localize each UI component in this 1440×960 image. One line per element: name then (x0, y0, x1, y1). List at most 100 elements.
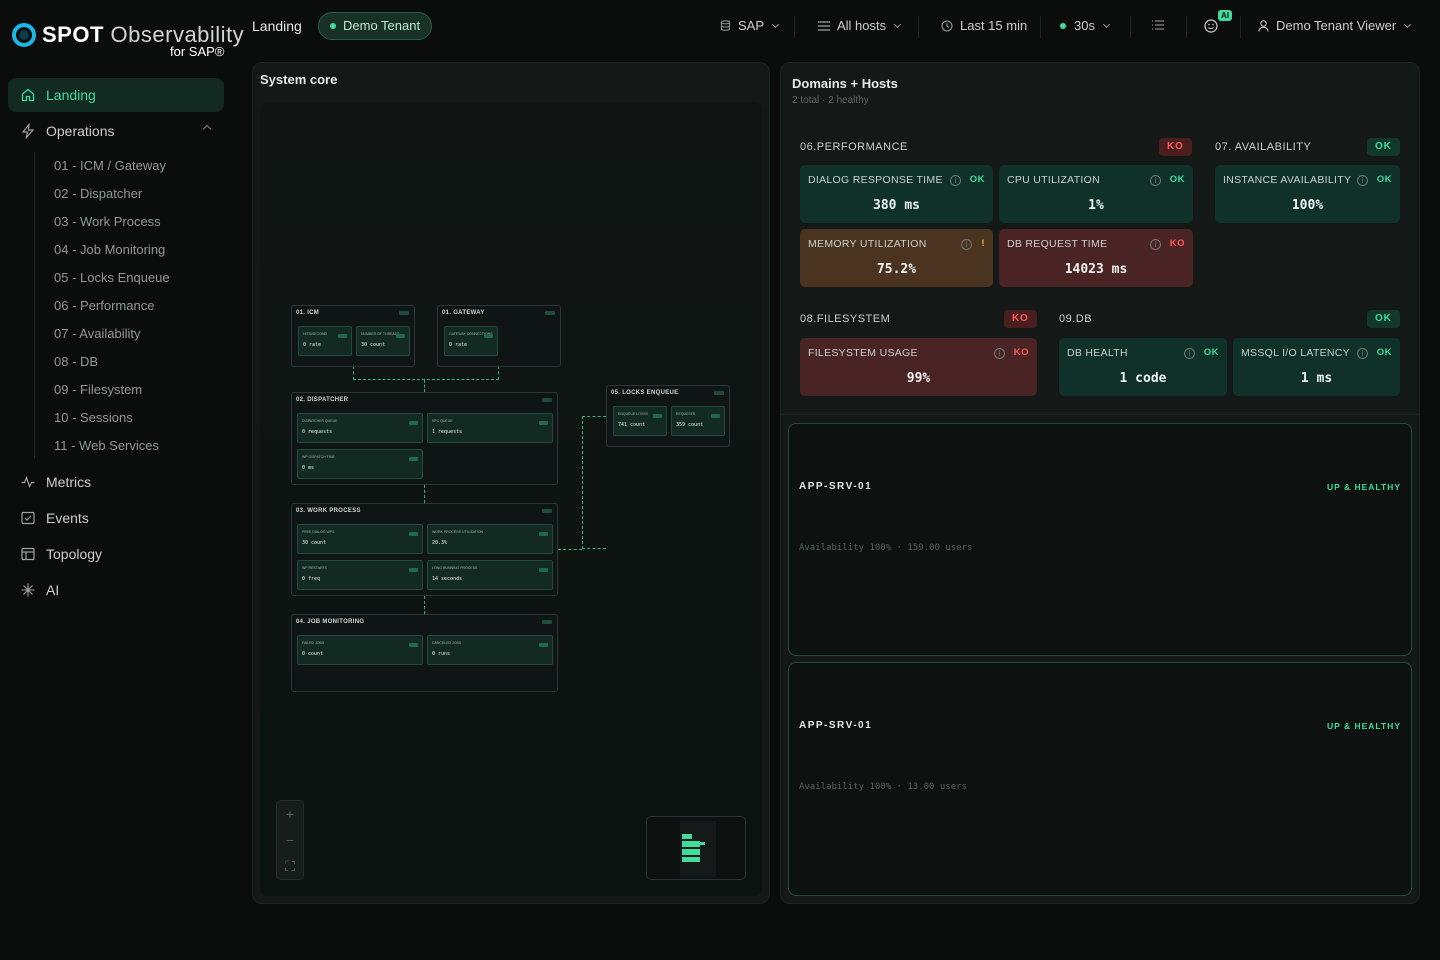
metric-card[interactable]: WP RESTARTS 0 freq (297, 560, 423, 590)
sidebar-sub-sessions[interactable]: 10 - Sessions (54, 408, 133, 428)
info-icon[interactable]: i (1357, 348, 1368, 359)
metric-dialog-response-time[interactable]: DIALOG RESPONSE TIME i OK 380 ms (800, 165, 993, 223)
info-icon[interactable]: i (994, 348, 1005, 359)
metric-memory-utilization[interactable]: MEMORY UTILIZATION i ! 75.2% (800, 229, 993, 287)
sidebar-item-landing[interactable]: Landing (8, 78, 224, 112)
connector (424, 596, 425, 614)
sidebar-sub-job-monitoring[interactable]: 04 - Job Monitoring (54, 240, 165, 260)
minimap[interactable] (646, 816, 746, 880)
metric-value: 741 count (618, 422, 646, 428)
metric-card[interactable]: REQUESTS 359 count (671, 406, 725, 436)
sidebar-sub-filesystem[interactable]: 09 - Filesystem (54, 380, 142, 400)
zoom-out-icon[interactable]: − (277, 827, 303, 853)
chevron-up-icon[interactable] (202, 124, 212, 134)
fit-view-icon[interactable]: ⛶ (277, 853, 303, 879)
metric-label: RFC QUEUE (432, 419, 453, 423)
ai-assistant-button[interactable] (1204, 19, 1218, 33)
time-range-select[interactable]: Last 15 min (941, 18, 1027, 33)
user-menu[interactable]: Demo Tenant Viewer (1258, 18, 1412, 33)
metric-db-health[interactable]: DB HEALTH i OK 1 code (1059, 338, 1227, 396)
metric-card[interactable]: HITS/SECOND 0 rate (298, 326, 352, 356)
info-icon[interactable]: i (1150, 239, 1161, 250)
sidebar-item-label: Metrics (46, 474, 92, 490)
zoom-controls: + − ⛶ (276, 800, 304, 880)
status-chip (539, 568, 548, 572)
view-toggle-button[interactable] (1152, 20, 1164, 30)
metric-cpu-utilization[interactable]: CPU UTILIZATION i OK 1% (999, 165, 1193, 223)
info-icon[interactable]: i (1184, 348, 1195, 359)
node-dispatcher[interactable]: 02. DISPATCHER DISPATCHER QUEUE 0 request… (291, 392, 558, 485)
host-card[interactable]: APP-SRV-01 UP & HEALTHY Availability 100… (788, 662, 1412, 896)
node-locks-enqueue[interactable]: 05. LOCKS ENQUEUE ENQUEUE LOCKS 741 count… (606, 385, 730, 447)
host-meta: Availability 100% · 159.00 users (799, 543, 973, 553)
top-header: Landing Demo Tenant SAP All hosts Last 1… (236, 0, 1440, 56)
host-card[interactable]: APP-SRV-01 UP & HEALTHY Availability 100… (788, 423, 1412, 656)
metric-instance-availability[interactable]: INSTANCE AVAILABILITY i OK 100% (1215, 165, 1400, 223)
metric-card[interactable]: NUMBER OF THREADS 30 count (356, 326, 410, 356)
metric-card[interactable]: WP DISPATCH TIME 0 ms (297, 449, 423, 479)
node-title: 04. JOB MONITORING (296, 619, 365, 625)
node-work-process[interactable]: 03. WORK PROCESS FREE DIALOG WPS 30 count… (291, 503, 558, 596)
status-chip (542, 509, 552, 513)
sidebar-sub-availability[interactable]: 07 - Availability (54, 324, 140, 344)
metric-label: FAILED JOBS (302, 641, 325, 645)
metric-filesystem-usage[interactable]: FILESYSTEM USAGE i KO 99% (800, 338, 1037, 396)
metric-status: OK (969, 174, 985, 185)
refresh-interval-select[interactable]: 30s (1060, 18, 1111, 33)
sidebar-sub-locks-enqueue[interactable]: 05 - Locks Enqueue (54, 268, 170, 288)
host-status: UP & HEALTHY (1326, 482, 1401, 492)
metric-db-request-time[interactable]: DB REQUEST TIME i KO 14023 ms (999, 229, 1193, 287)
metric-mssql-io-latency[interactable]: MSSQL I/O LATENCY i OK 1 ms (1233, 338, 1400, 396)
sidebar-item-topology[interactable]: Topology (8, 537, 224, 571)
metric-card[interactable]: WORK PROCESS UTILIZATION 20.3% (427, 524, 553, 554)
brand-logo[interactable]: SPOT Observability for SAP® (12, 20, 244, 60)
metric-card[interactable]: FAILED JOBS 0 count (297, 635, 423, 665)
metric-card[interactable]: GATEWAY CONNECTIONS 0 rate (444, 326, 498, 356)
table-icon (21, 547, 35, 561)
sidebar-sub-dispatcher[interactable]: 02 - Dispatcher (54, 184, 142, 204)
tenant-badge[interactable]: Demo Tenant (318, 12, 433, 40)
sidebar-item-metrics[interactable]: Metrics (8, 465, 224, 499)
metric-value: 20.3% (432, 540, 448, 546)
info-icon[interactable]: i (1357, 175, 1368, 186)
sidebar-sub-web-services[interactable]: 11 - Web Services (54, 436, 159, 456)
node-gateway[interactable]: 01. GATEWAY GATEWAY CONNECTIONS 0 rate (437, 305, 561, 367)
brand-sub: for SAP® (170, 44, 225, 59)
metric-label: DB REQUEST TIME (1007, 238, 1108, 250)
node-title: 02. DISPATCHER (296, 397, 349, 403)
sidebar-item-ai[interactable]: AI (8, 573, 224, 607)
node-job-monitoring[interactable]: 04. JOB MONITORING FAILED JOBS 0 count CA… (291, 614, 558, 692)
sidebar-sub-db[interactable]: 08 - DB (54, 352, 98, 372)
metric-label: MSSQL I/O LATENCY (1241, 347, 1350, 359)
node-icm[interactable]: 01. ICM HITS/SECOND 0 rate NUMBER OF THRE… (291, 305, 415, 367)
status-chip (711, 414, 720, 418)
info-icon[interactable]: i (950, 175, 961, 186)
chevron-down-icon (894, 20, 902, 28)
sidebar-item-operations[interactable]: Operations (8, 114, 224, 148)
connector (424, 485, 425, 503)
metric-card[interactable]: RFC QUEUE 1 requests (427, 413, 553, 443)
system-core-title: System core (260, 72, 338, 87)
info-icon[interactable]: i (961, 239, 972, 250)
zoom-in-icon[interactable]: + (277, 801, 303, 827)
node-title: 01. ICM (296, 310, 320, 316)
topology-canvas[interactable]: 01. ICM HITS/SECOND 0 rate NUMBER OF THRE… (260, 102, 762, 896)
sidebar-sub-icm-gateway[interactable]: 01 - ICM / Gateway (54, 156, 166, 176)
sidebar-sub-work-process[interactable]: 03 - Work Process (54, 212, 161, 232)
domains-title: Domains + Hosts (792, 76, 898, 91)
sidebar-sub-performance[interactable]: 06 - Performance (54, 296, 154, 316)
hosts-select[interactable]: All hosts (818, 18, 902, 33)
sidebar-item-events[interactable]: Events (8, 501, 224, 535)
connector (424, 380, 425, 392)
info-icon[interactable]: i (1150, 175, 1161, 186)
metric-card[interactable]: CANCELED JOBS 0 runs (427, 635, 553, 665)
system-select[interactable]: SAP (720, 18, 780, 33)
connector (582, 416, 606, 549)
metric-value: 100% (1291, 198, 1324, 213)
metric-status: ! (981, 238, 985, 249)
metric-card[interactable]: DISPATCHER QUEUE 0 requests (297, 413, 423, 443)
divider (794, 16, 795, 38)
metric-card[interactable]: ENQUEUE LOCKS 741 count (613, 406, 667, 436)
metric-card[interactable]: FREE DIALOG WPS 30 count (297, 524, 423, 554)
metric-card[interactable]: LONG RUNNING PROCESS 14 seconds (427, 560, 553, 590)
